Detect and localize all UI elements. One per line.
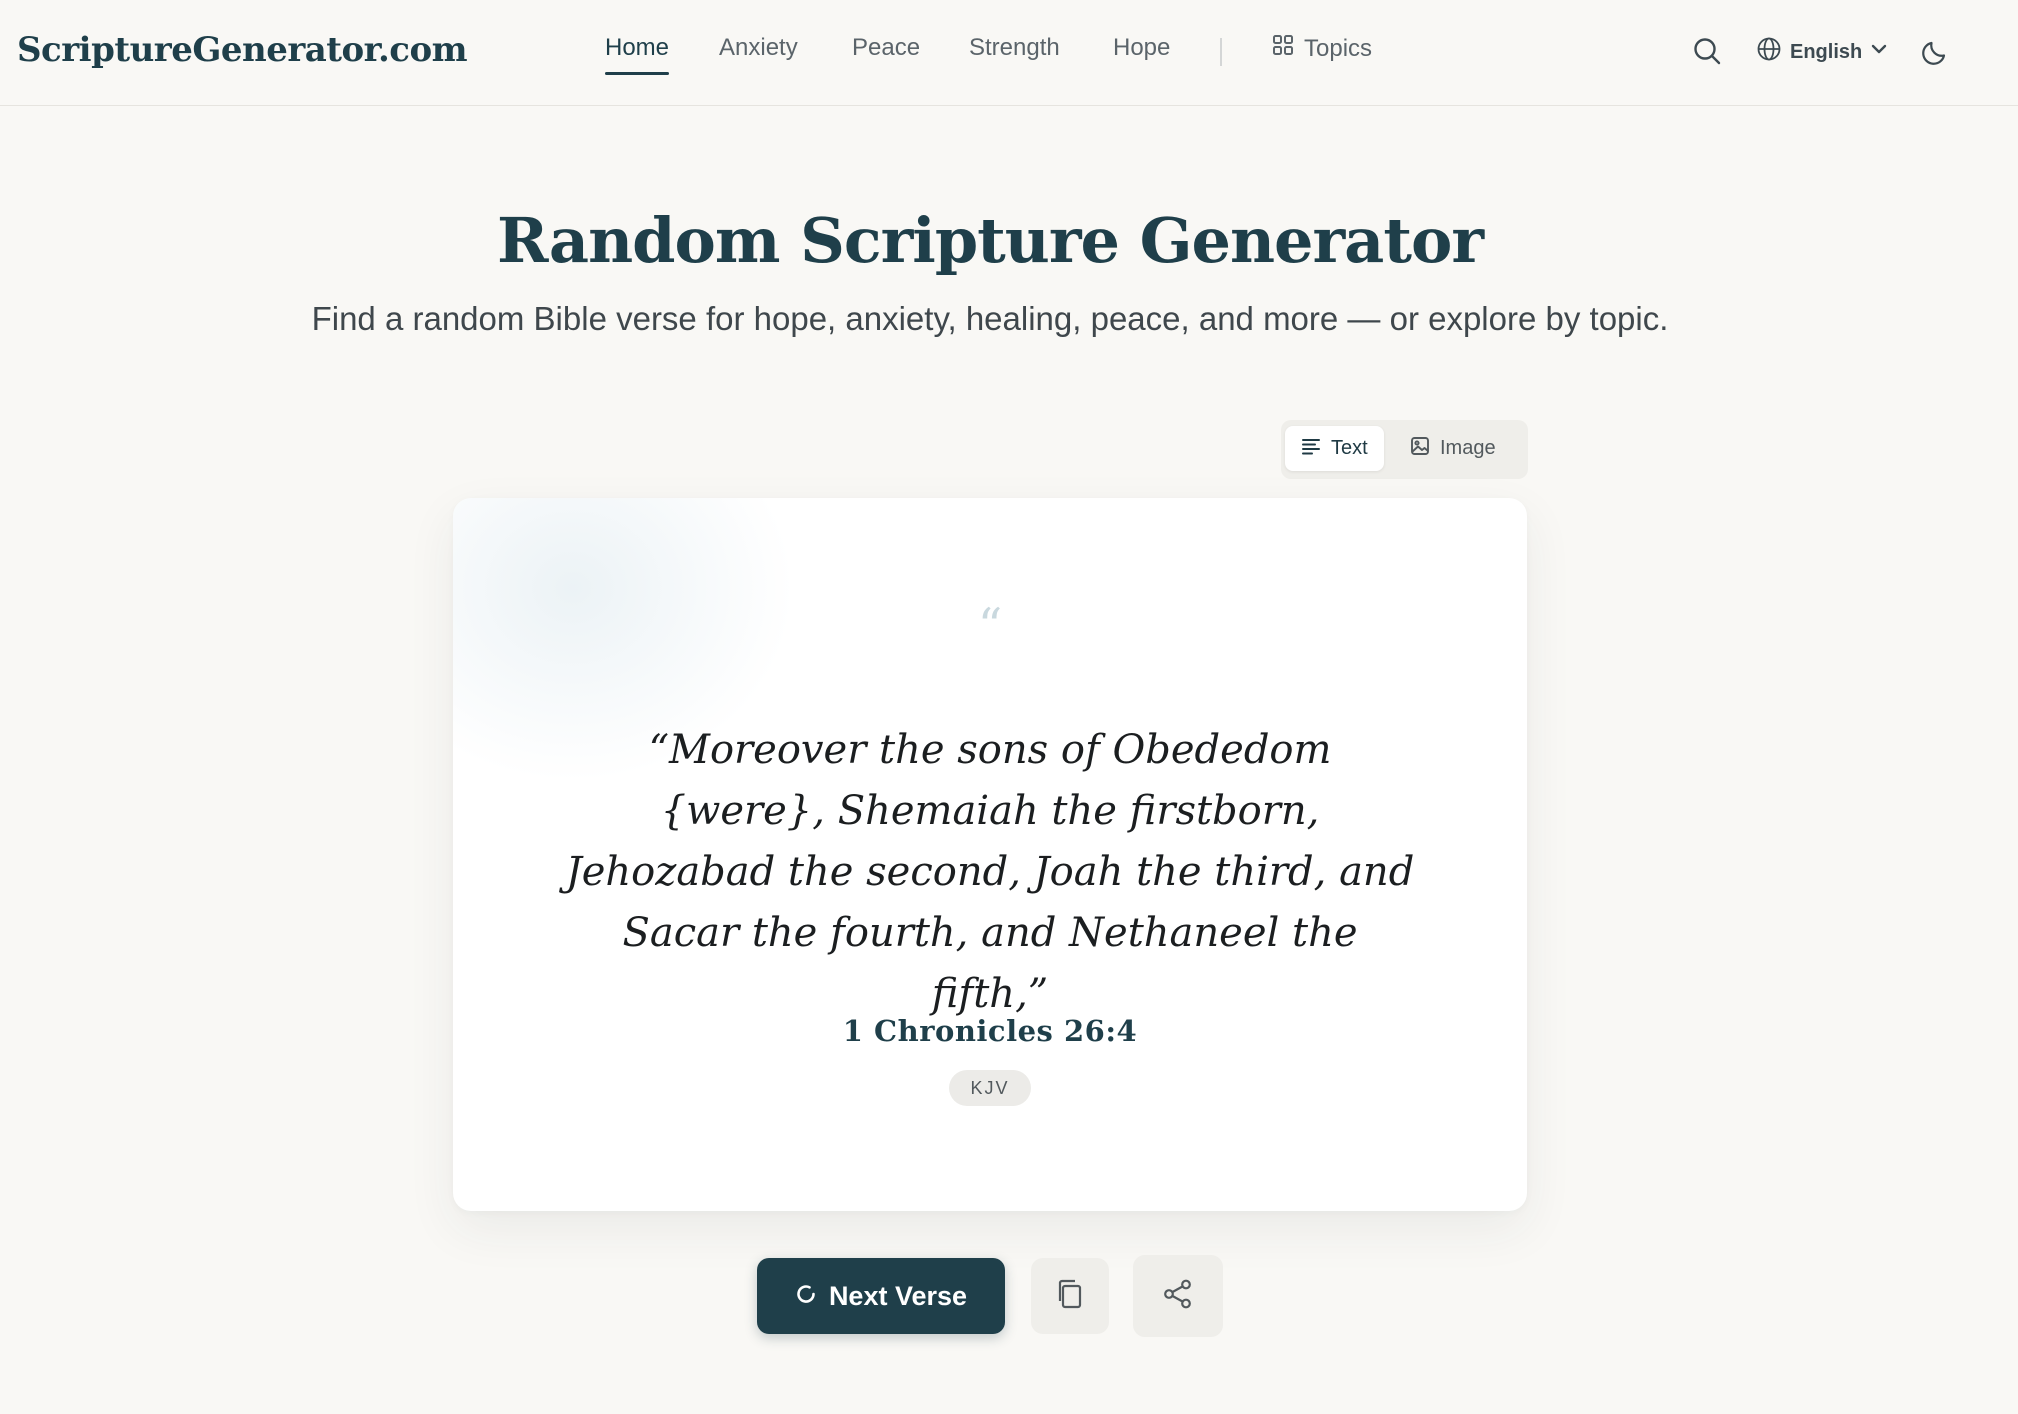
text-view-label: Text [1331,437,1368,459]
image-icon [1410,436,1430,462]
text-lines-icon [1301,436,1321,462]
page-subtitle: Find a random Bible verse for hope, anxi… [311,300,1669,337]
page-title: Random Scripture Generator [496,204,1484,277]
copy-icon [1055,1278,1085,1315]
language-label: English [1790,40,1863,63]
verse-text: “Moreover the sons of Obededom {were}, S… [565,727,1415,1017]
copy-button[interactable] [1031,1258,1109,1334]
site-header: ScriptureGenerator.com Home Anxiety Peac… [0,0,2018,106]
nav-item-label: Anxiety [719,34,798,61]
nav-item-label: Strength [969,34,1060,61]
nav-active-indicator [605,72,670,75]
share-icon [1162,1278,1194,1315]
next-verse-label: Next Verse [828,1280,968,1311]
site-logo[interactable]: ScriptureGenerator.com [17,30,468,70]
nav-item-peace[interactable]: Peace [852,34,920,62]
chevron-down-icon [1870,40,1888,64]
grid-icon [1272,34,1294,63]
refresh-icon [795,1281,817,1312]
search-icon[interactable] [1692,36,1722,71]
nav-item-strength[interactable]: Strength [969,34,1060,62]
next-verse-button[interactable]: Next Verse [757,1258,1005,1334]
version-badge: KJV [949,1070,1031,1106]
moon-icon[interactable] [1920,37,1950,72]
nav-item-label: Peace [852,34,921,61]
nav-item-label: Home [605,34,670,61]
language-selector[interactable]: English [1756,36,1888,68]
verse-reference: 1 Chronicles 26:4 [842,1014,1138,1048]
text-view-button[interactable]: Text [1285,426,1384,471]
quote-mark-icon: “ [977,598,1003,654]
view-toggle: Text Image [1281,420,1528,479]
image-view-button[interactable]: Image [1394,426,1512,471]
nav-item-label: Hope [1113,34,1171,61]
share-button[interactable] [1133,1255,1223,1337]
globe-icon [1756,36,1782,68]
nav-item-anxiety[interactable]: Anxiety [719,34,798,62]
nav-item-hope[interactable]: Hope [1113,34,1170,62]
topics-button[interactable]: Topics [1272,34,1372,63]
nav-divider [1220,38,1222,66]
image-view-label: Image [1440,437,1496,459]
topics-label: Topics [1304,34,1373,62]
nav-item-home[interactable]: Home [605,34,670,75]
verse-card: “ “Moreover the sons of Obededom {were},… [453,498,1527,1211]
